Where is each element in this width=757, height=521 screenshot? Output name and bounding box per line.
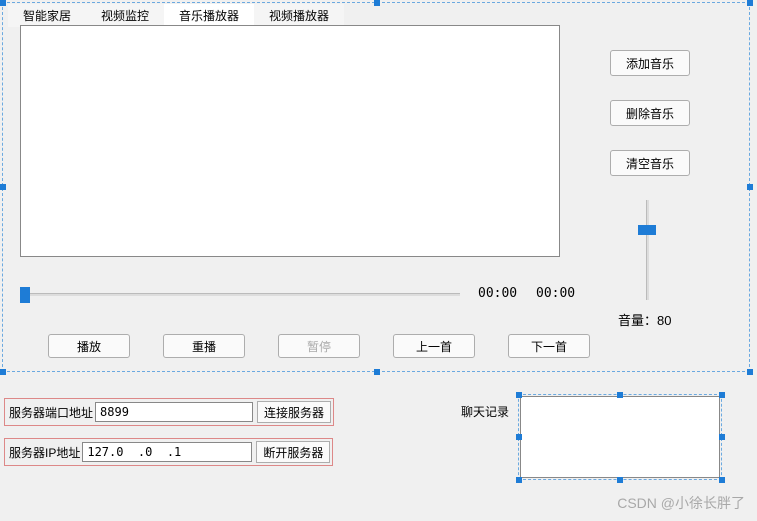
selection-handle xyxy=(747,184,753,190)
tab-music-player[interactable]: 音乐播放器 xyxy=(164,4,254,27)
chat-log-label: 聊天记录 xyxy=(461,403,509,420)
connect-server-button[interactable]: 连接服务器 xyxy=(257,401,331,423)
music-list-panel[interactable] xyxy=(20,25,560,257)
time-current-label: 00:00 xyxy=(478,286,517,301)
server-ip-label: 服务器IP地址 xyxy=(7,444,82,461)
watermark: CSDN @小徐长胖了 xyxy=(617,493,745,513)
server-port-row: 服务器端口地址 连接服务器 xyxy=(4,398,334,426)
tab-bar: 智能家居 视频监控 音乐播放器 视频播放器 xyxy=(8,4,344,27)
tab-video-monitor[interactable]: 视频监控 xyxy=(86,4,164,27)
tab-smart-home[interactable]: 智能家居 xyxy=(8,4,86,27)
tab-label: 视频播放器 xyxy=(269,9,329,23)
selection-handle xyxy=(747,369,753,375)
selection-handle xyxy=(747,0,753,6)
selection-handle xyxy=(0,0,6,6)
play-button[interactable]: 播放 xyxy=(48,334,130,358)
disconnect-server-button[interactable]: 断开服务器 xyxy=(256,441,330,463)
replay-button[interactable]: 重播 xyxy=(163,334,245,358)
server-ip-input[interactable] xyxy=(82,442,252,462)
tab-video-player[interactable]: 视频播放器 xyxy=(254,4,344,27)
remove-music-button[interactable]: 删除音乐 xyxy=(610,100,690,126)
volume-value: 80 xyxy=(657,313,671,328)
slider-thumb[interactable] xyxy=(20,287,30,303)
pause-button[interactable]: 暂停 xyxy=(278,334,360,358)
volume-label-text: 音量： xyxy=(618,313,657,328)
next-button[interactable]: 下一首 xyxy=(508,334,590,358)
server-port-label: 服务器端口地址 xyxy=(7,404,95,421)
tab-label: 智能家居 xyxy=(23,9,71,23)
selection-handle xyxy=(0,369,6,375)
slider-track xyxy=(20,293,460,296)
add-music-button[interactable]: 添加音乐 xyxy=(610,50,690,76)
selection-handle xyxy=(374,369,380,375)
selection-handle xyxy=(374,0,380,6)
volume-label: 音量：80 xyxy=(618,310,671,329)
progress-slider[interactable] xyxy=(20,285,460,305)
tab-label: 音乐播放器 xyxy=(179,9,239,23)
time-total-label: 00:00 xyxy=(536,286,575,301)
prev-button[interactable]: 上一首 xyxy=(393,334,475,358)
selection-handle xyxy=(0,184,6,190)
slider-track xyxy=(646,200,649,300)
server-ip-row: 服务器IP地址 断开服务器 xyxy=(4,438,333,466)
clear-music-button[interactable]: 清空音乐 xyxy=(610,150,690,176)
chat-log-panel[interactable] xyxy=(520,396,720,478)
tab-label: 视频监控 xyxy=(101,9,149,23)
server-port-input[interactable] xyxy=(95,402,253,422)
volume-slider[interactable] xyxy=(638,200,658,300)
slider-thumb[interactable] xyxy=(638,225,656,235)
